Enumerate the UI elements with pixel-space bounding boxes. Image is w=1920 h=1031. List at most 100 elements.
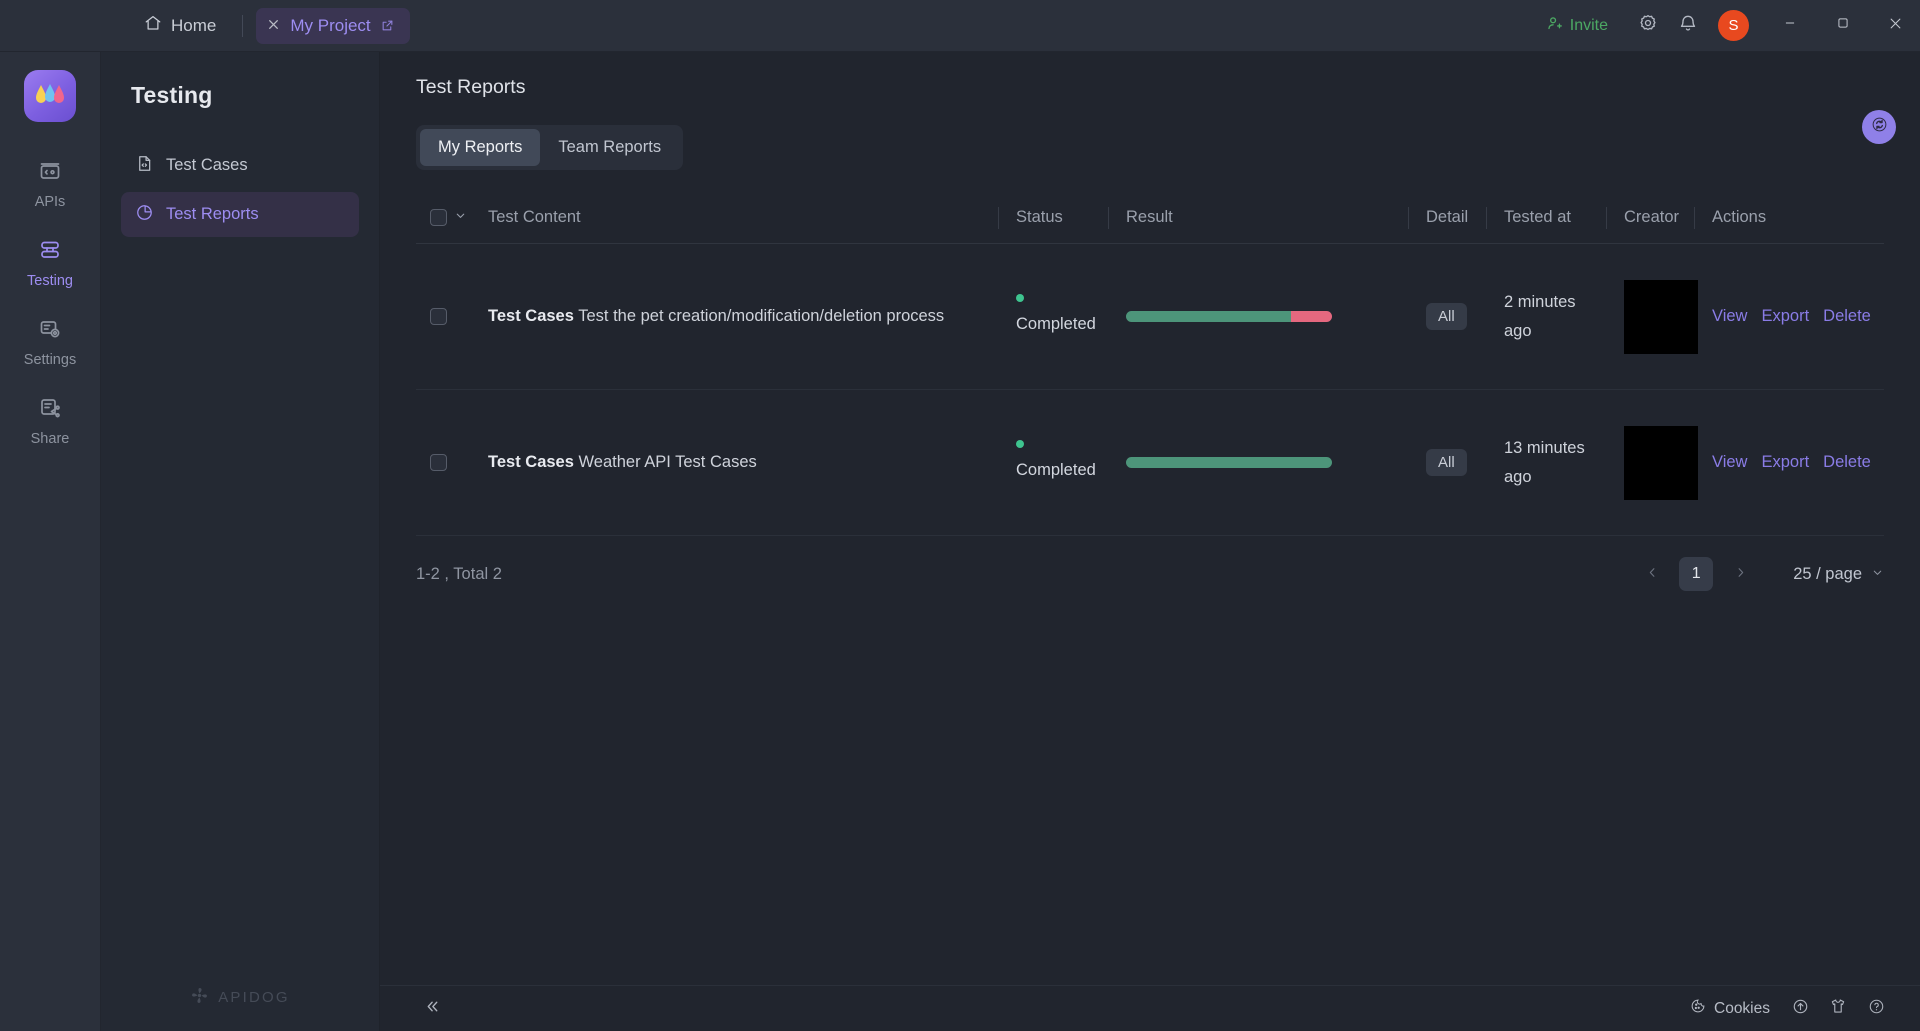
detail-badge[interactable]: All: [1426, 449, 1467, 476]
apidog-logo[interactable]: [24, 70, 76, 122]
main-content: Test Reports My Reports Team Reports Tes…: [380, 52, 1920, 1031]
detail-badge[interactable]: All: [1426, 303, 1467, 330]
sidebar-item-test-cases[interactable]: Test Cases: [121, 143, 359, 188]
table-header-row: Test Content Status Result Detail Tested…: [416, 192, 1884, 244]
reports-table: Test Content Status Result Detail Tested…: [416, 192, 1884, 536]
app-body: APIs Testing Settings Share Testing Test…: [0, 52, 1920, 1031]
delete-link[interactable]: Delete: [1823, 307, 1871, 326]
page-size-select[interactable]: 25 / page: [1793, 565, 1884, 584]
test-kind-label: Test Cases: [488, 453, 574, 472]
sidebar-item-test-reports[interactable]: Test Reports: [121, 192, 359, 237]
table-row[interactable]: Test Cases Test the pet creation/modific…: [416, 244, 1884, 390]
chevron-down-icon[interactable]: [454, 208, 467, 227]
main-header: Test Reports: [380, 52, 1920, 144]
result-progress-bar: [1126, 457, 1332, 468]
sidebar-item-settings[interactable]: Settings: [11, 306, 89, 377]
cell-status: Completed: [998, 440, 1108, 485]
status-label: Completed: [1016, 461, 1096, 480]
window-maximize-button[interactable]: [1818, 0, 1867, 52]
pagination-prev-button[interactable]: [1637, 559, 1667, 589]
export-link[interactable]: Export: [1761, 307, 1809, 326]
column-header-result[interactable]: Result: [1108, 205, 1408, 231]
external-link-icon[interactable]: [381, 19, 394, 32]
close-icon[interactable]: [267, 17, 280, 34]
avatar-initial: S: [1728, 17, 1739, 34]
project-tab[interactable]: My Project: [256, 7, 410, 44]
row-checkbox[interactable]: [430, 454, 447, 471]
table-row[interactable]: Test Cases Weather API Test Cases Comple…: [416, 390, 1884, 536]
settings-button[interactable]: [1630, 8, 1666, 44]
testing-icon: [38, 238, 62, 266]
window-close-button[interactable]: [1871, 0, 1920, 52]
chevron-right-icon: [1734, 566, 1747, 583]
upload-button[interactable]: [1784, 993, 1816, 1025]
column-header-creator[interactable]: Creator: [1606, 205, 1694, 231]
row-select-cell: [416, 454, 470, 471]
delete-link[interactable]: Delete: [1823, 453, 1871, 472]
tested-at-label: 13 minutes ago: [1504, 438, 1585, 486]
report-scope-tabs: My Reports Team Reports: [416, 125, 684, 170]
status-bar-actions: Cookies: [1682, 993, 1892, 1025]
pagination-next-button[interactable]: [1725, 559, 1755, 589]
column-header-test-content[interactable]: Test Content: [470, 205, 998, 231]
gear-icon: [1638, 13, 1658, 38]
cell-test-content: Test Cases Weather API Test Cases: [470, 446, 998, 478]
pagination-controls: 1 25 / page: [1637, 557, 1884, 591]
column-header-tested-at[interactable]: Tested at: [1486, 205, 1606, 231]
result-fail-segment: [1290, 311, 1332, 322]
chevron-left-icon: [1646, 566, 1659, 583]
column-header-detail[interactable]: Detail: [1408, 205, 1486, 231]
select-all-cell: [416, 208, 470, 227]
minimize-icon: [1783, 16, 1797, 35]
status-badge: Completed: [1016, 440, 1108, 485]
column-header-status[interactable]: Status: [998, 205, 1108, 231]
cell-tested-at: 2 minutes ago: [1486, 288, 1606, 346]
collapse-sidebar-button[interactable]: [416, 994, 449, 1024]
avatar[interactable]: S: [1718, 10, 1749, 41]
tshirt-button[interactable]: [1822, 993, 1854, 1025]
notifications-button[interactable]: [1670, 8, 1706, 44]
status-badge: Completed: [1016, 294, 1108, 339]
status-dot-icon: [1016, 440, 1024, 449]
home-button[interactable]: Home: [131, 7, 229, 44]
sidebar-nav: Test Cases Test Reports: [101, 143, 379, 241]
help-button[interactable]: [1860, 993, 1892, 1025]
invite-button[interactable]: Invite: [1534, 8, 1620, 44]
view-link[interactable]: View: [1712, 453, 1747, 472]
refresh-icon: [1871, 116, 1888, 138]
cookies-button[interactable]: Cookies: [1682, 993, 1778, 1024]
home-icon: [144, 14, 162, 37]
row-actions: View Export Delete: [1712, 453, 1884, 472]
cell-detail: All: [1408, 303, 1486, 330]
window-minimize-button[interactable]: [1765, 0, 1814, 52]
sidebar-item-apis[interactable]: APIs: [11, 148, 89, 219]
tab-team-reports[interactable]: Team Reports: [540, 129, 679, 166]
cell-creator: [1606, 279, 1698, 354]
sidebar-item-label: Testing: [27, 273, 73, 289]
close-icon: [1888, 16, 1903, 36]
export-link[interactable]: Export: [1761, 453, 1809, 472]
test-name-label: Weather API Test Cases: [578, 453, 757, 472]
refresh-button[interactable]: [1862, 110, 1896, 144]
select-all-checkbox[interactable]: [430, 209, 447, 226]
tab-strip: Home My Project: [101, 0, 410, 51]
sidebar-item-testing[interactable]: Testing: [11, 227, 89, 298]
status-dot-icon: [1016, 294, 1024, 303]
pagination-page-1[interactable]: 1: [1679, 557, 1714, 591]
cell-result: [1108, 311, 1408, 322]
tab-my-reports[interactable]: My Reports: [420, 129, 541, 166]
column-header-actions[interactable]: Actions: [1694, 205, 1884, 231]
result-pass-segment: [1126, 311, 1291, 322]
maximize-icon: [1836, 16, 1850, 35]
row-checkbox[interactable]: [430, 308, 447, 325]
cell-status: Completed: [998, 294, 1108, 339]
cookies-label: Cookies: [1714, 999, 1770, 1017]
sidebar-item-share[interactable]: Share: [11, 385, 89, 456]
cell-actions: View Export Delete: [1694, 453, 1884, 472]
invite-label: Invite: [1569, 16, 1608, 34]
bell-icon: [1678, 13, 1698, 38]
pagination-summary: 1-2 , Total 2: [416, 564, 502, 583]
view-link[interactable]: View: [1712, 307, 1747, 326]
cell-actions: View Export Delete: [1694, 307, 1884, 326]
double-chevron-left-icon: [424, 999, 441, 1019]
